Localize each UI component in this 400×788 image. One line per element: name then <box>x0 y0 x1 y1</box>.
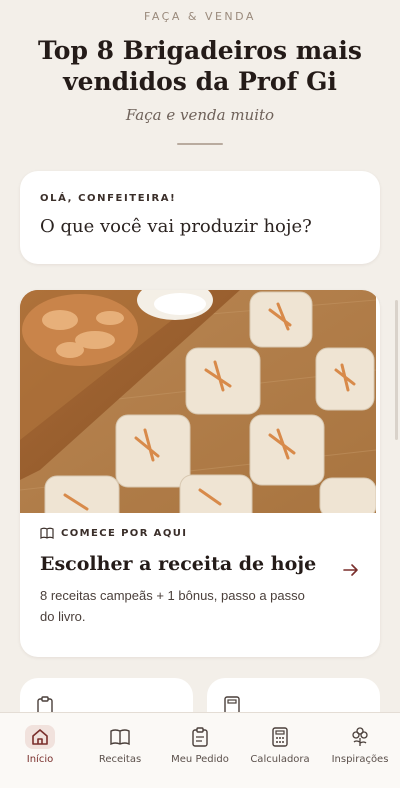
home-icon <box>25 725 55 749</box>
nav-label: Meu Pedido <box>171 754 229 765</box>
page-eyebrow: FAÇA & VENDA <box>144 10 256 23</box>
nav-item-inicio[interactable]: Início <box>0 725 80 788</box>
nav-item-calculadora[interactable]: Calculadora <box>240 725 320 788</box>
recipe-card-title: Escolher a receita de hoje <box>40 553 317 575</box>
choose-recipe-card[interactable]: COMECE POR AQUI Escolher a receita de ho… <box>20 290 380 657</box>
nav-item-receitas[interactable]: Receitas <box>80 725 160 788</box>
greeting-card: OLÁ, CONFEITEIRA! O que você vai produzi… <box>20 171 380 264</box>
bottom-navigation: Início Receitas Meu Pedido Calculadora I… <box>0 712 400 788</box>
start-here-row: COMECE POR AQUI <box>40 527 360 539</box>
start-here-label: COMECE POR AQUI <box>61 527 188 539</box>
clipboard-icon <box>185 725 215 749</box>
calculator-icon <box>265 725 295 749</box>
nav-label: Calculadora <box>250 754 310 765</box>
nav-label: Receitas <box>98 754 142 765</box>
greeting-eyebrow: OLÁ, CONFEITEIRA! <box>40 193 177 204</box>
page-subtitle: Faça e venda muito <box>125 106 275 124</box>
book-icon <box>105 725 135 749</box>
recipe-card-description: 8 receitas campeãs + 1 bônus, passo a pa… <box>40 588 305 624</box>
scrollbar[interactable] <box>395 300 398 440</box>
page-title: Top 8 Brigadeiros mais vendidos da Prof … <box>38 36 362 96</box>
open-book-icon <box>40 527 54 539</box>
nav-item-inspiracoes[interactable]: Inspirações <box>320 725 400 788</box>
greeting-question: O que você vai produzir hoje? <box>40 216 312 237</box>
nav-label: Inspirações <box>331 754 389 765</box>
brigadeiro-photo <box>20 290 376 513</box>
header-divider <box>177 143 223 145</box>
flower-icon <box>345 725 375 749</box>
page-header: FAÇA & VENDA Top 8 Brigadeiros mais vend… <box>0 0 400 145</box>
nav-label: Início <box>26 754 54 765</box>
recipe-card-body: COMECE POR AQUI Escolher a receita de ho… <box>20 513 380 627</box>
arrow-right-icon[interactable] <box>342 561 360 579</box>
nav-item-meu-pedido[interactable]: Meu Pedido <box>160 725 240 788</box>
